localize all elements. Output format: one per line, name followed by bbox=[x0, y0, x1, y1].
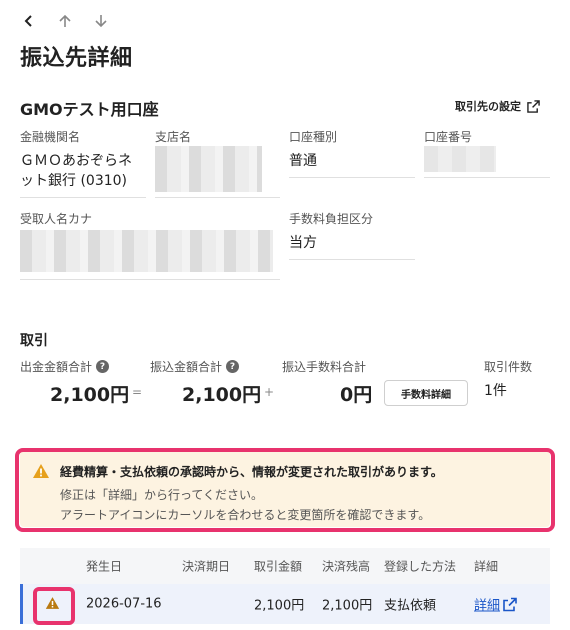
plus-sign: + bbox=[264, 385, 275, 399]
redacted-branch-name bbox=[155, 146, 262, 192]
account-type-value: 普通 bbox=[289, 153, 317, 169]
transfer-total-value: 2,100円 bbox=[182, 384, 262, 406]
fee-bearer-field: 手数料負担区分 当方 bbox=[289, 210, 415, 260]
row-amount: 2,100円 bbox=[254, 598, 305, 614]
fee-detail-button[interactable]: 手数料詳細 bbox=[384, 380, 468, 406]
totals-values: 2,100円 = 2,100円 + 0円 手数料詳細 1件 bbox=[20, 378, 550, 408]
fee-bearer-value: 当方 bbox=[289, 235, 317, 251]
arrow-up-icon bbox=[59, 14, 71, 27]
header-balance: 決済残高 bbox=[322, 559, 371, 574]
next-record-button[interactable] bbox=[90, 10, 112, 32]
alert-highlight-outline bbox=[15, 448, 555, 532]
account-number-label: 口座番号 bbox=[424, 130, 473, 144]
row-date: 2026-07-16 bbox=[86, 596, 162, 612]
transfer-total-label-group: 振込金額合計 ? bbox=[150, 358, 240, 375]
fee-total-label: 振込手数料合計 bbox=[282, 360, 367, 374]
header-amount: 取引金額 bbox=[254, 559, 303, 574]
branch-name-label: 支店名 bbox=[155, 130, 192, 144]
withdrawal-total-value: 2,100円 bbox=[50, 384, 130, 406]
transactions-section-title: 取引 bbox=[20, 333, 48, 349]
header-detail: 詳細 bbox=[474, 559, 499, 574]
transfer-total-label: 振込金額合計 bbox=[150, 360, 223, 374]
back-button[interactable] bbox=[18, 10, 40, 32]
redacted-recipient-kana bbox=[20, 230, 273, 272]
header-method: 登録した方法 bbox=[384, 559, 457, 574]
arrow-down-icon bbox=[95, 15, 107, 28]
previous-record-button[interactable] bbox=[54, 10, 76, 32]
transactions-table: 発生日 決済期日 取引金額 決済残高 登録した方法 詳細 2026-07-16 … bbox=[20, 548, 550, 624]
account-type-label: 口座種別 bbox=[289, 130, 338, 144]
external-link-icon bbox=[503, 597, 517, 611]
recipient-kana-label: 受取人名カナ bbox=[20, 212, 93, 226]
bank-name-label: 金融機関名 bbox=[20, 130, 81, 144]
help-icon[interactable]: ? bbox=[96, 360, 110, 373]
table-header: 発生日 決済期日 取引金額 決済残高 登録した方法 詳細 bbox=[20, 548, 550, 584]
partner-settings-link[interactable]: 取引先の設定 bbox=[455, 98, 540, 114]
record-navigation bbox=[18, 10, 112, 32]
account-type-field: 口座種別 普通 bbox=[289, 128, 415, 178]
row-warning-highlight-outline bbox=[33, 587, 75, 625]
account-title: GMOテスト用口座 bbox=[20, 100, 159, 119]
totals-labels: 出金金額合計 ? 振込金額合計 ? 振込手数料合計 取引件数 bbox=[20, 358, 550, 376]
transaction-count-value: 1件 bbox=[484, 383, 507, 399]
help-icon[interactable]: ? bbox=[226, 360, 240, 373]
bank-name-value-line2: ット銀行 (0310) bbox=[20, 173, 128, 189]
redacted-account-number bbox=[424, 146, 496, 172]
bank-name-field: 金融機関名 ＧＭＯあおぞらネ ット銀行 (0310) bbox=[20, 128, 146, 198]
fee-total-value: 0円 bbox=[340, 384, 373, 406]
partner-settings-label: 取引先の設定 bbox=[455, 100, 521, 113]
row-balance: 2,100円 bbox=[322, 598, 373, 614]
row-detail-label: 詳細 bbox=[474, 598, 501, 614]
header-date: 発生日 bbox=[86, 559, 123, 574]
chevron-left-icon bbox=[24, 15, 32, 27]
transaction-count-label: 取引件数 bbox=[484, 360, 533, 374]
external-link-icon bbox=[527, 99, 540, 113]
header-due-date: 決済期日 bbox=[182, 559, 231, 574]
equals-sign: = bbox=[132, 385, 143, 399]
withdrawal-total-label: 出金金額合計 bbox=[20, 360, 93, 374]
page-title: 振込先詳細 bbox=[20, 46, 133, 71]
row-detail-link[interactable]: 詳細 bbox=[474, 595, 517, 614]
bank-name-value-line1: ＧＭＯあおぞらネ bbox=[20, 153, 132, 169]
row-method: 支払依頼 bbox=[384, 598, 437, 614]
withdrawal-total-label-group: 出金金額合計 ? bbox=[20, 358, 110, 375]
table-row[interactable]: 2026-07-16 2,100円 2,100円 支払依頼 詳細 bbox=[20, 584, 550, 624]
fee-bearer-label: 手数料負担区分 bbox=[289, 212, 374, 226]
